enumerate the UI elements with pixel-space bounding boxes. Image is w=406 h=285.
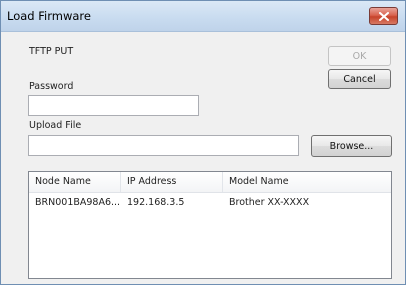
- column-header-model-name[interactable]: Model Name: [223, 172, 391, 192]
- cell-model-name: Brother XX-XXXX: [229, 197, 310, 208]
- column-header-ip-address[interactable]: IP Address: [121, 172, 223, 192]
- password-label: Password: [29, 81, 74, 92]
- upload-file-field[interactable]: [28, 135, 299, 156]
- ok-button[interactable]: OK: [328, 46, 391, 66]
- column-header-node-name[interactable]: Node Name: [29, 172, 121, 192]
- cancel-button[interactable]: Cancel: [328, 69, 391, 89]
- load-firmware-dialog: Load Firmware TFTP PUT OK Cancel Passwor…: [0, 0, 406, 285]
- device-list-header: Node Name IP Address Model Name: [29, 172, 391, 193]
- dialog-title: Load Firmware: [7, 9, 91, 23]
- title-bar: Load Firmware: [1, 1, 405, 32]
- close-button[interactable]: [369, 7, 398, 25]
- close-icon: [378, 11, 389, 21]
- mode-label: TFTP PUT: [29, 46, 74, 57]
- upload-file-label: Upload File: [29, 120, 82, 131]
- cell-node-name: BRN001BA98A6...: [35, 197, 121, 208]
- table-row[interactable]: BRN001BA98A6... 192.168.3.5 Brother XX-X…: [29, 194, 391, 212]
- password-field[interactable]: [28, 95, 199, 116]
- browse-button[interactable]: Browse...: [311, 135, 392, 157]
- cell-ip-address: 192.168.3.5: [127, 197, 185, 208]
- device-list[interactable]: Node Name IP Address Model Name BRN001BA…: [28, 171, 392, 279]
